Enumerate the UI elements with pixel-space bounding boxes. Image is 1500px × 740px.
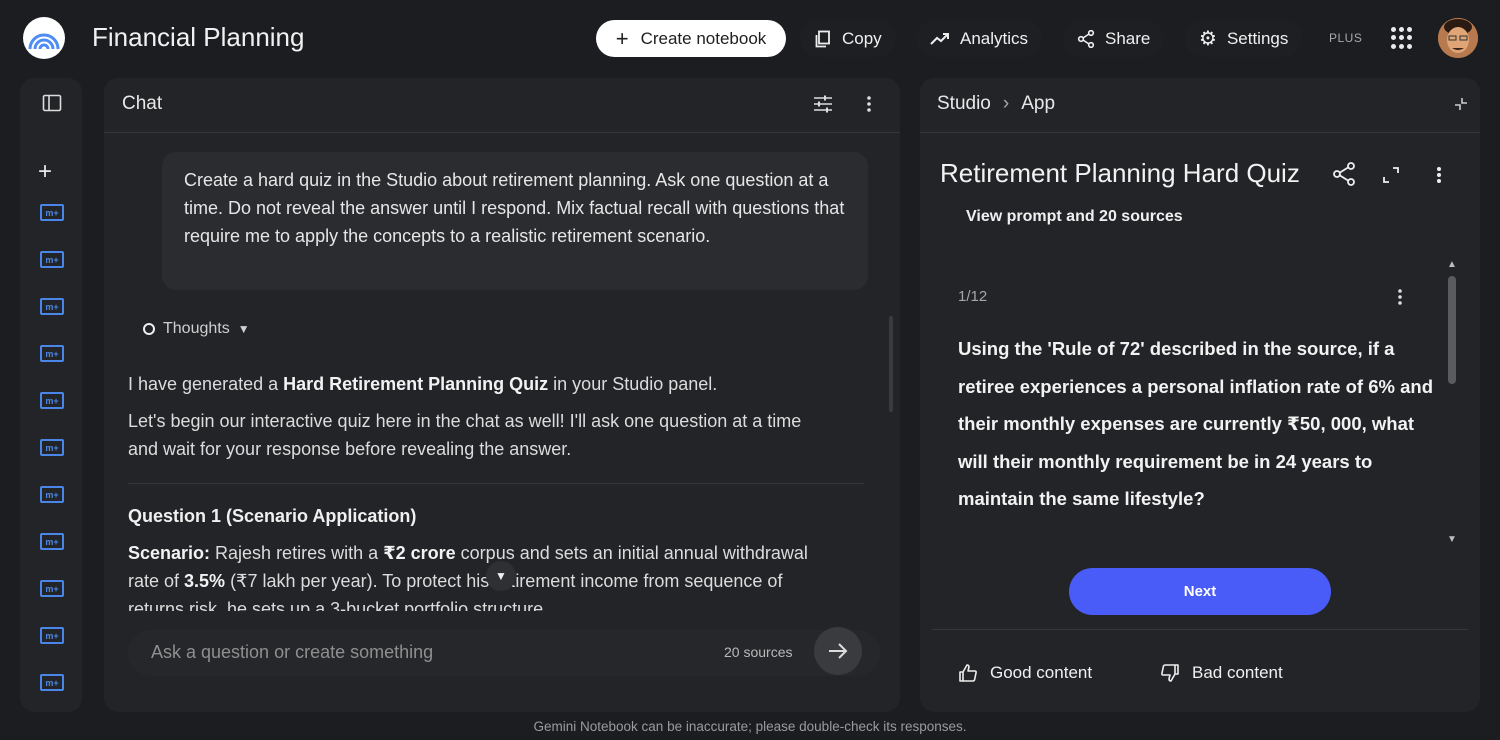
share-icon[interactable] [1332,162,1356,191]
thumbs-up-icon [959,664,977,682]
bad-content-label: Bad content [1192,663,1283,682]
note-add-icon[interactable]: m+ [40,533,64,550]
chevron-right-icon: › [1002,93,1010,114]
avatar[interactable] [1438,18,1478,58]
settings-button[interactable]: ⚙ Settings [1185,20,1303,57]
quiz-progress: 1/12 [958,288,988,305]
next-button[interactable]: Next [1069,568,1331,615]
share-label: Share [1105,28,1151,48]
note-add-icon[interactable]: m+ [40,392,64,409]
note-add-icon[interactable]: m+ [40,204,64,221]
share-icon [1077,29,1095,48]
scroll-down-button[interactable]: ▼ [486,561,516,591]
view-prompt-button[interactable]: View prompt and 20 sources [950,198,1199,236]
app-title: Financial Planning [92,22,305,52]
chat-header-divider [104,132,900,133]
copy-button[interactable]: Copy [800,20,896,57]
note-add-icon[interactable]: m+ [40,486,64,503]
chevron-down-icon: ▼ [237,322,250,336]
thumbs-down-icon [1161,664,1179,682]
sources-count: 20 sources [724,644,793,660]
top-bar: Financial Planning + Create notebook Cop… [0,0,1500,76]
app-logo[interactable] [23,17,65,59]
scroll-up-icon[interactable]: ▲ [1447,259,1457,270]
chat-input[interactable]: Ask a question or create something [151,642,433,663]
studio-header-divider [920,132,1480,133]
breadcrumb-studio[interactable]: Studio [937,93,991,115]
plan-badge: PLUS [1329,31,1363,45]
note-add-icon[interactable]: m+ [40,251,64,268]
sidebar-toggle-icon[interactable] [42,94,62,112]
thoughts-label: Thoughts [163,320,230,337]
create-notebook-label: Create notebook [640,28,767,48]
copy-label: Copy [842,28,882,48]
apps-grid-icon[interactable] [1391,27,1413,49]
note-add-icon[interactable]: m+ [40,298,64,315]
plus-icon: + [615,25,629,51]
note-add-icon[interactable]: m+ [40,439,64,456]
question-heading: Question 1 (Scenario Application) [128,506,417,526]
trending-up-icon [930,32,949,45]
quiz-question: Using the 'Rule of 72' described in the … [958,338,1434,509]
analytics-label: Analytics [960,28,1029,48]
thoughts-toggle[interactable]: Thoughts ▼ [143,320,250,338]
quiz-more-icon[interactable] [1436,166,1442,189]
gear-icon: ⚙ [1199,27,1217,50]
reply-divider [128,483,864,484]
good-content-button[interactable]: Good content [942,651,1108,695]
chat-header: Chat [122,93,163,114]
create-notebook-button[interactable]: + Create notebook [596,20,786,57]
assistant-reply-body: Let's begin our interactive quiz here in… [128,411,802,459]
good-content-label: Good content [990,663,1093,682]
breadcrumb: Studio › App [937,93,1055,115]
chat-more-icon[interactable] [866,95,872,118]
quiz-title: Retirement Planning Hard Quiz [940,158,1300,188]
user-prompt-bubble: Create a hard quiz in the Studio about r… [162,152,868,290]
chat-scrollbar[interactable] [889,316,893,412]
send-button[interactable] [814,627,862,675]
bad-content-button[interactable]: Bad content [1144,651,1299,695]
note-add-icon[interactable]: m+ [40,627,64,644]
settings-label: Settings [1226,28,1289,48]
arrow-right-icon [829,643,848,659]
chevron-down-icon: ▼ [495,569,507,583]
scenario-text: Scenario: Rajesh retires with a ₹2 crore… [128,543,808,611]
notebook-logo-icon [28,33,60,50]
assistant-reply-intro: I have generated a Hard Retirement Plann… [128,374,718,394]
analytics-button[interactable]: Analytics [916,20,1043,57]
tune-icon[interactable] [813,95,833,118]
add-icon[interactable]: + [38,158,52,186]
breadcrumb-app: App [1021,93,1056,114]
avatar-icon [1438,18,1478,58]
copy-icon [815,30,830,47]
share-button[interactable]: Share [1063,20,1165,57]
question-more-icon[interactable] [1397,288,1403,311]
note-add-icon[interactable]: m+ [40,345,64,362]
scroll-down-icon[interactable]: ▼ [1447,534,1457,545]
studio-footer-divider [932,629,1468,630]
note-add-icon[interactable]: m+ [40,580,64,597]
disclaimer-footer: Gemini Notebook can be inaccurate; pleas… [533,719,967,734]
collapse-icon[interactable] [1453,96,1469,117]
note-add-icon[interactable]: m+ [40,674,64,691]
thoughts-dot-icon [143,323,155,335]
expand-icon[interactable] [1382,166,1400,189]
quiz-scrollbar[interactable] [1448,276,1456,384]
